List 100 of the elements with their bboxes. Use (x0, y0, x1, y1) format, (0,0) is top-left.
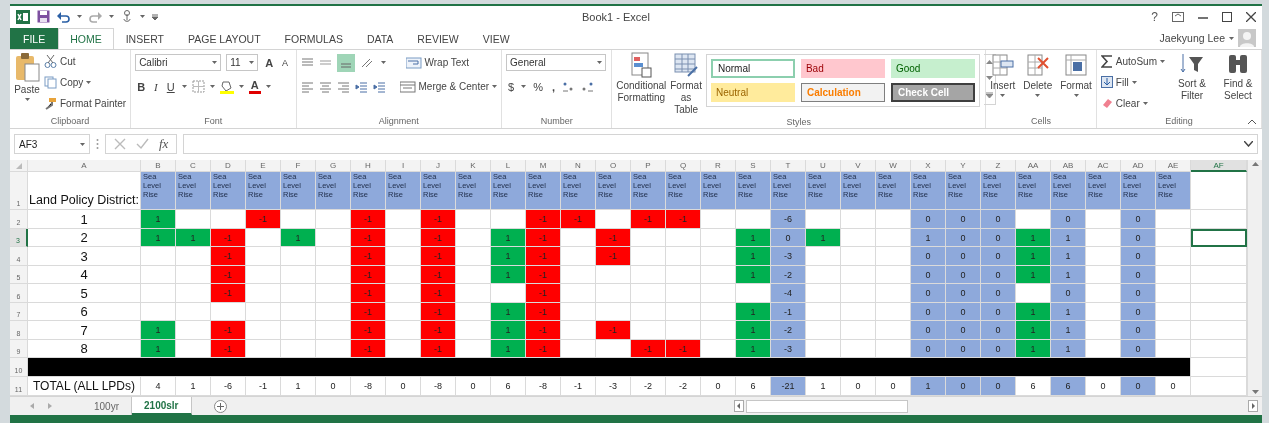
grow-font-button[interactable]: A (263, 56, 276, 69)
formula-input[interactable] (183, 134, 1258, 155)
column-header[interactable]: B (141, 160, 176, 173)
cell-style-swatch[interactable]: Bad (800, 58, 885, 78)
currency-button[interactable]: $ (506, 80, 517, 93)
caret-icon (380, 61, 386, 65)
ribbon-tab[interactable]: DATA (354, 27, 406, 49)
column-header[interactable]: E (246, 160, 281, 173)
column-header[interactable]: Z (981, 160, 1016, 173)
collapse-ribbon-icon (1248, 118, 1256, 124)
empty-cell (666, 228, 701, 248)
ribbon-tab[interactable]: PAGE LAYOUT (176, 27, 273, 49)
decrease-decimal-icon (581, 80, 596, 93)
italic-button[interactable]: I (152, 80, 160, 93)
active-cell[interactable] (1191, 228, 1247, 248)
shrink-font-button[interactable]: A (280, 57, 291, 68)
caret-icon (109, 15, 114, 19)
number-format-dropdown[interactable]: General (506, 54, 607, 72)
cells-command-button[interactable]: Insert (990, 51, 1016, 97)
table-icon (674, 51, 699, 78)
format-painter-button[interactable]: Format Painter (44, 93, 127, 113)
ribbon-tab[interactable]: HOME (58, 27, 114, 49)
empty-cell (246, 302, 281, 322)
conditional-formatting-button[interactable]: Conditional Formatting (616, 51, 667, 104)
name-box[interactable]: AF3 (14, 134, 90, 155)
column-header[interactable]: AD (1121, 160, 1156, 173)
column-header[interactable]: O (596, 160, 631, 173)
copy-icon (44, 75, 57, 89)
column-header[interactable]: U (806, 160, 841, 173)
merge-center-button[interactable]: Merge & Center (399, 77, 498, 97)
column-header[interactable]: G (316, 160, 351, 173)
column-header[interactable]: V (841, 160, 876, 173)
column-header[interactable]: T (771, 160, 806, 173)
cell-style-swatch[interactable]: Good (890, 58, 975, 78)
caret-icon (212, 61, 218, 65)
ribbon-tab[interactable]: REVIEW (405, 27, 471, 49)
column-header[interactable]: K (456, 160, 491, 173)
column-header[interactable]: L (491, 160, 526, 173)
percent-button[interactable]: % (531, 80, 545, 93)
column-header[interactable]: D (211, 160, 246, 173)
column-header[interactable]: N (561, 160, 596, 173)
column-header[interactable]: AE (1156, 160, 1191, 173)
column-header[interactable]: J (421, 160, 456, 173)
font-name-dropdown[interactable]: Calibri (135, 54, 222, 72)
cells-command-button[interactable]: Delete (1023, 51, 1053, 97)
previous-sheet-icon (30, 403, 34, 410)
column-header[interactable]: P (631, 160, 666, 173)
caret-icon (77, 15, 82, 19)
help-button[interactable]: ? (1151, 9, 1158, 24)
table-cell: 1 (491, 321, 526, 340)
ribbon-tab[interactable]: INSERT (113, 27, 176, 49)
column-header[interactable]: C (176, 160, 211, 173)
underline-button[interactable]: U (164, 80, 177, 93)
clear-button[interactable]: Clear (1100, 93, 1165, 113)
column-header[interactable]: Q (666, 160, 701, 173)
group-label: Font (204, 115, 223, 126)
find-select-button[interactable]: Find & Select (1219, 51, 1257, 102)
autosum-button[interactable]: AutoSum (1100, 51, 1165, 71)
column-header[interactable]: H (351, 160, 386, 173)
caret-icon (1035, 93, 1041, 97)
cell-style-swatch[interactable]: Normal (710, 58, 795, 78)
font-size-dropdown[interactable]: 11 (226, 54, 259, 72)
table-cell: 0 (981, 247, 1016, 266)
sheet-tab[interactable]: 2100slr (132, 397, 192, 416)
column-header[interactable]: AC (1086, 160, 1121, 173)
cells-command-button[interactable]: Format (1060, 51, 1092, 97)
cell-style-swatch[interactable]: Neutral (710, 82, 795, 102)
ribbon-tab[interactable]: FILE (10, 27, 59, 49)
eraser-icon (1100, 97, 1113, 110)
sort-filter-button[interactable]: Sort & Filter (1173, 51, 1211, 102)
ribbon-tab[interactable]: VIEW (470, 27, 522, 49)
user-name[interactable]: Jaekyung Lee (1159, 32, 1225, 45)
paste-button[interactable]: Paste (14, 51, 40, 101)
column-header[interactable]: AA (1016, 160, 1051, 173)
column-header[interactable]: R (701, 160, 736, 173)
comma-button[interactable]: , (550, 80, 558, 93)
column-header[interactable]: Y (946, 160, 981, 173)
vertical-scrollbar[interactable] (1247, 160, 1262, 397)
insert-function-button[interactable]: fx (159, 136, 169, 153)
column-header[interactable]: M (526, 160, 561, 173)
avatar-icon[interactable] (1238, 29, 1256, 48)
column-header[interactable]: X (911, 160, 946, 173)
column-header[interactable]: A (28, 160, 141, 173)
wrap-text-button[interactable]: Wrap Text (405, 53, 470, 73)
empty-cell (841, 321, 876, 340)
cut-button[interactable]: Cut (44, 51, 127, 71)
column-header[interactable]: W (876, 160, 911, 173)
column-header[interactable]: AB (1051, 160, 1086, 173)
format-as-table-button[interactable]: Format as Table (670, 51, 702, 116)
ribbon-tab[interactable]: FORMULAS (272, 27, 355, 49)
font-color-button[interactable]: A (248, 79, 261, 94)
column-header[interactable]: I (386, 160, 421, 173)
column-header[interactable]: S (736, 160, 771, 173)
bold-button[interactable]: B (135, 80, 148, 93)
scroll-down-icon (985, 76, 993, 81)
column-header[interactable]: F (281, 160, 316, 173)
fill-button[interactable]: Fill (1100, 72, 1165, 92)
column-header[interactable]: AF (1191, 160, 1247, 173)
copy-button[interactable]: Copy (44, 72, 127, 92)
maximize-icon (1222, 11, 1232, 22)
